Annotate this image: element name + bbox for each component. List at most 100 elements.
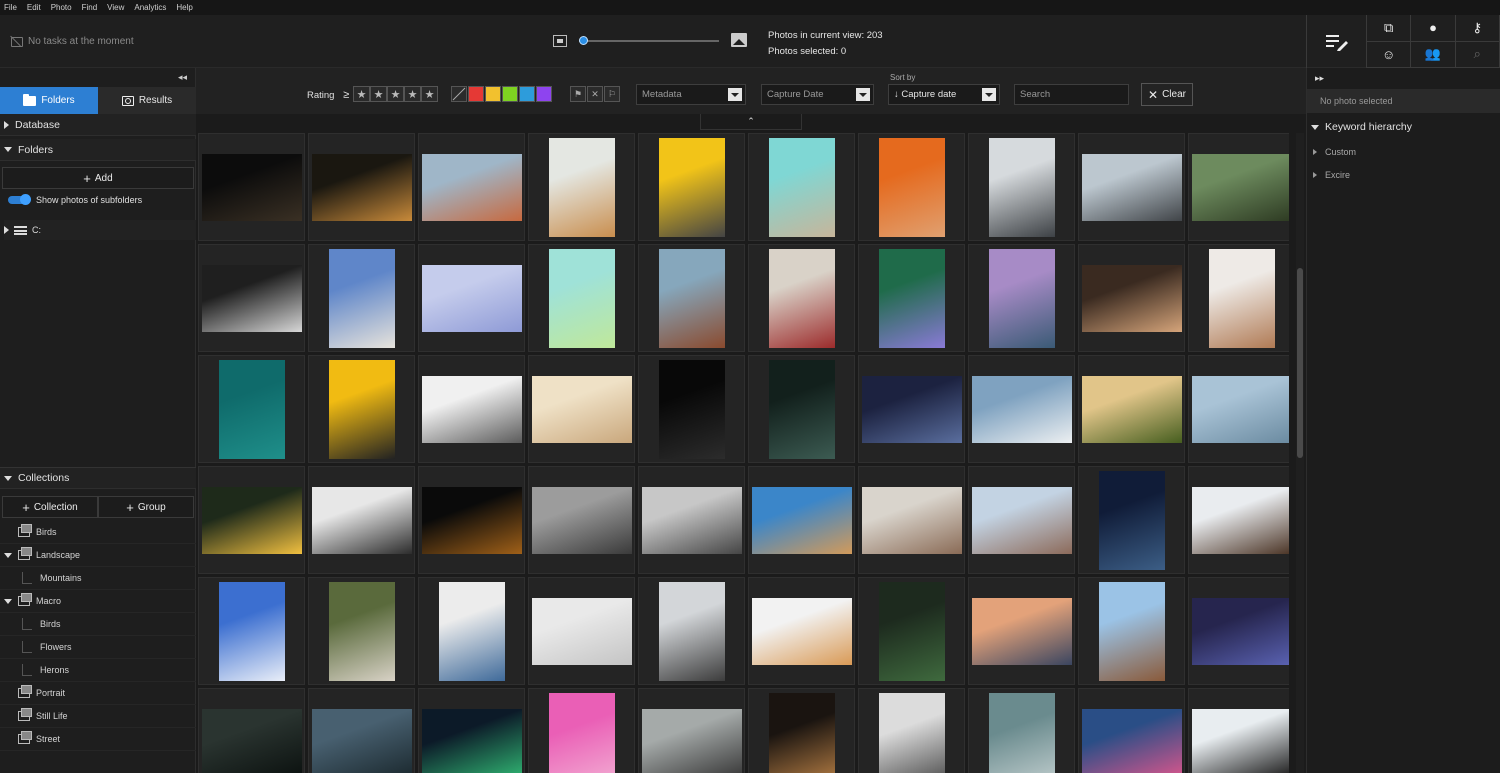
photo-cell[interactable] bbox=[308, 133, 415, 241]
duplicates-button[interactable]: ⧉ bbox=[1367, 15, 1412, 42]
photo-thumbnail[interactable] bbox=[641, 486, 742, 554]
collection-item[interactable]: Still Life bbox=[0, 705, 196, 728]
photo-thumbnail[interactable] bbox=[971, 597, 1072, 665]
photo-cell[interactable] bbox=[858, 133, 965, 241]
photo-thumbnail[interactable] bbox=[658, 581, 725, 681]
photo-cell[interactable] bbox=[1078, 688, 1185, 773]
photo-thumbnail[interactable] bbox=[421, 264, 522, 332]
color-swatch-1[interactable] bbox=[468, 86, 484, 102]
search-input[interactable]: Search bbox=[1014, 84, 1129, 105]
photo-cell[interactable] bbox=[528, 577, 635, 685]
photo-thumbnail[interactable] bbox=[1191, 153, 1289, 221]
photo-cell[interactable] bbox=[858, 466, 965, 574]
map-button[interactable]: ● bbox=[1411, 15, 1456, 42]
photo-thumbnail[interactable] bbox=[421, 708, 522, 773]
photo-cell[interactable] bbox=[418, 466, 525, 574]
thumbnail-zoom-slider[interactable] bbox=[553, 33, 747, 49]
star-1-icon[interactable]: ★ bbox=[353, 86, 370, 102]
photo-cell[interactable] bbox=[1188, 133, 1289, 241]
photo-thumbnail[interactable] bbox=[988, 248, 1055, 348]
photo-cell[interactable] bbox=[968, 355, 1075, 463]
color-swatch-5[interactable] bbox=[536, 86, 552, 102]
faces-button[interactable]: ☺ bbox=[1367, 41, 1412, 68]
collections-section[interactable]: Collections bbox=[0, 467, 196, 489]
photo-thumbnail[interactable] bbox=[328, 248, 395, 348]
photo-thumbnail[interactable] bbox=[768, 692, 835, 773]
photo-thumbnail[interactable] bbox=[971, 375, 1072, 443]
photo-cell[interactable] bbox=[1188, 355, 1289, 463]
star-5-icon[interactable]: ★ bbox=[421, 86, 438, 102]
photo-cell[interactable] bbox=[418, 244, 525, 352]
photo-cell[interactable] bbox=[198, 466, 305, 574]
photo-thumbnail[interactable] bbox=[641, 708, 742, 773]
photo-cell[interactable] bbox=[308, 688, 415, 773]
photo-thumbnail[interactable] bbox=[768, 359, 835, 459]
collection-item[interactable]: Portrait bbox=[0, 682, 196, 705]
collection-item[interactable]: Mountains bbox=[0, 567, 196, 590]
photo-thumbnail[interactable] bbox=[201, 708, 302, 773]
keyword-hierarchy-header[interactable]: Keyword hierarchy bbox=[1311, 121, 1412, 133]
photo-thumbnail[interactable] bbox=[201, 486, 302, 554]
add-collection-button[interactable]: + Collection bbox=[2, 496, 98, 518]
metadata-dropdown[interactable]: Metadata bbox=[636, 84, 746, 105]
photo-cell[interactable] bbox=[1188, 688, 1289, 773]
photo-thumbnail[interactable] bbox=[548, 248, 615, 348]
menu-help[interactable]: Help bbox=[176, 3, 192, 12]
photo-thumbnail[interactable] bbox=[878, 581, 945, 681]
menu-find[interactable]: Find bbox=[82, 3, 98, 12]
clear-button[interactable]: ✕ Clear bbox=[1141, 83, 1193, 106]
people-button[interactable]: 👥 bbox=[1411, 41, 1456, 68]
photo-cell[interactable] bbox=[198, 133, 305, 241]
photo-thumbnail[interactable] bbox=[878, 137, 945, 237]
photo-cell[interactable] bbox=[638, 355, 745, 463]
collection-item[interactable]: Herons bbox=[0, 659, 196, 682]
collapse-right-icon[interactable]: ▸▸ bbox=[1315, 73, 1324, 84]
photo-cell[interactable] bbox=[418, 688, 525, 773]
photo-thumbnail[interactable] bbox=[1081, 153, 1182, 221]
subfolders-toggle[interactable] bbox=[8, 194, 31, 205]
collection-item[interactable]: Birds bbox=[0, 521, 196, 544]
photo-cell[interactable] bbox=[968, 466, 1075, 574]
menu-photo[interactable]: Photo bbox=[51, 3, 72, 12]
photo-thumbnail[interactable] bbox=[421, 486, 522, 554]
database-section[interactable]: Database bbox=[0, 114, 196, 136]
photo-thumbnail[interactable] bbox=[421, 375, 522, 443]
photo-thumbnail[interactable] bbox=[311, 708, 412, 773]
photo-thumbnail[interactable] bbox=[878, 692, 945, 773]
photo-cell[interactable] bbox=[748, 133, 855, 241]
photo-cell[interactable] bbox=[528, 688, 635, 773]
photo-thumbnail[interactable] bbox=[311, 153, 412, 221]
photo-thumbnail[interactable] bbox=[988, 692, 1055, 773]
photo-thumbnail[interactable] bbox=[861, 486, 962, 554]
flag-unflagged-icon[interactable]: ⚐ bbox=[604, 86, 620, 102]
photo-thumbnail[interactable] bbox=[201, 264, 302, 332]
photo-thumbnail[interactable] bbox=[1081, 264, 1182, 332]
photo-thumbnail[interactable] bbox=[531, 597, 632, 665]
photo-cell[interactable] bbox=[748, 466, 855, 574]
photo-cell[interactable] bbox=[638, 577, 745, 685]
keywords-button[interactable]: ⚷ bbox=[1455, 15, 1500, 42]
sort-dropdown[interactable]: ↓ Capture date bbox=[888, 84, 1000, 105]
photo-thumbnail[interactable] bbox=[971, 486, 1072, 554]
photo-thumbnail[interactable] bbox=[751, 486, 852, 554]
metadata-editor-button[interactable] bbox=[1307, 15, 1367, 68]
photo-thumbnail[interactable] bbox=[438, 581, 505, 681]
collapse-left-icon[interactable]: ◂◂ bbox=[178, 72, 187, 83]
photo-cell[interactable] bbox=[308, 355, 415, 463]
photo-thumbnail[interactable] bbox=[1191, 486, 1289, 554]
photo-cell[interactable] bbox=[308, 577, 415, 685]
photo-thumbnail[interactable] bbox=[1191, 708, 1289, 773]
photo-cell[interactable] bbox=[968, 244, 1075, 352]
photo-thumbnail[interactable] bbox=[328, 359, 395, 459]
photo-cell[interactable] bbox=[858, 688, 965, 773]
flag-rejected-icon[interactable]: ✕ bbox=[587, 86, 603, 102]
photo-cell[interactable] bbox=[198, 577, 305, 685]
color-swatch-2[interactable] bbox=[485, 86, 501, 102]
star-4-icon[interactable]: ★ bbox=[404, 86, 421, 102]
zoom-knob[interactable] bbox=[578, 36, 588, 45]
collection-item[interactable]: Landscape bbox=[0, 544, 196, 567]
photo-cell[interactable] bbox=[638, 688, 745, 773]
collection-item[interactable]: Macro bbox=[0, 590, 196, 613]
photo-thumbnail[interactable] bbox=[1081, 708, 1182, 773]
add-folder-button[interactable]: + Add bbox=[2, 167, 194, 189]
